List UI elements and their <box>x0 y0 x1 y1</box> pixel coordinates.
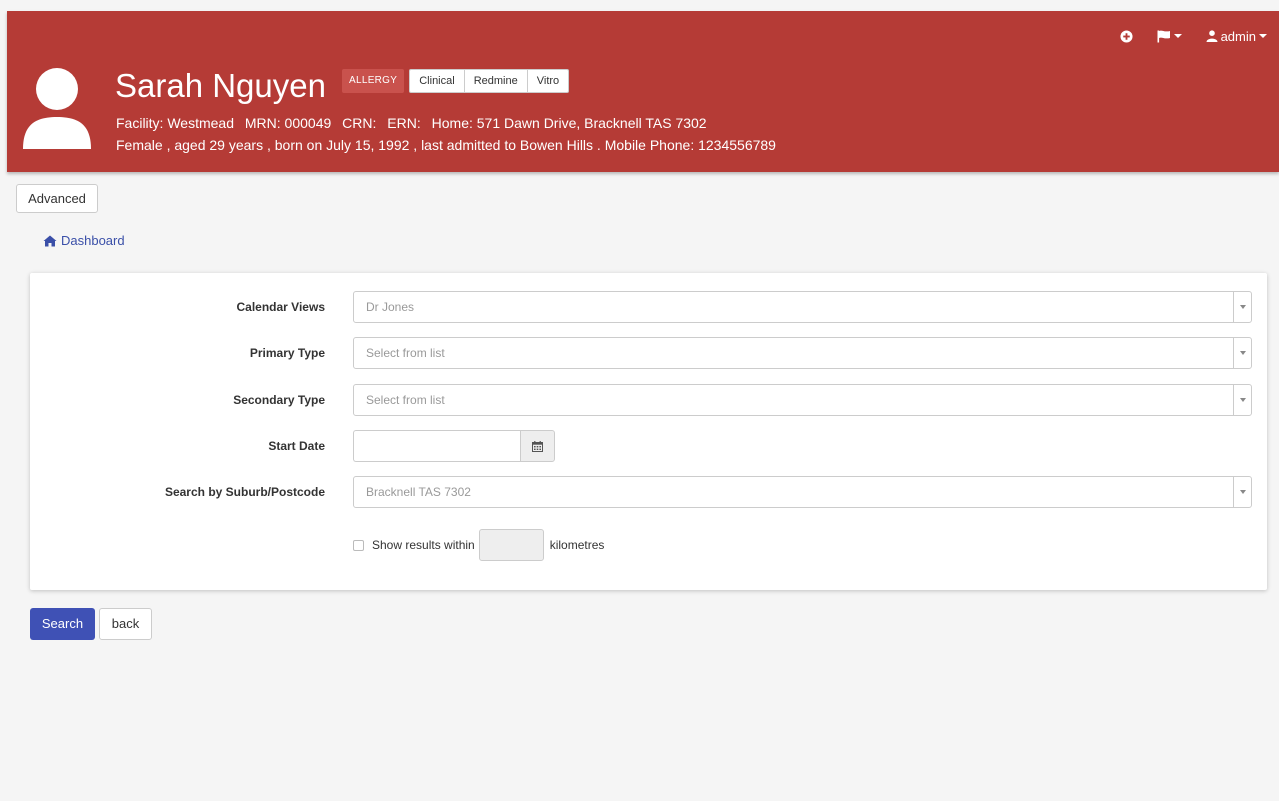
calendar-icon <box>532 440 543 452</box>
back-button[interactable]: back <box>99 608 152 640</box>
suburb-row: Search by Suburb/Postcode Bracknell TAS … <box>30 476 1267 508</box>
km-input[interactable] <box>478 529 544 561</box>
secondary-type-placeholder: Select from list <box>366 393 445 407</box>
suburb-value: Bracknell TAS 7302 <box>366 485 471 499</box>
chevron-down-icon <box>1233 338 1251 368</box>
km-unit-label: kilometres <box>549 538 605 552</box>
flag-menu[interactable] <box>1157 30 1182 43</box>
chevron-down-icon <box>1233 385 1251 415</box>
secondary-type-label: Secondary Type <box>233 393 325 407</box>
within-row: Show results within kilometres <box>353 529 604 561</box>
facility: Facility: Westmead <box>116 115 234 131</box>
start-date-row: Start Date <box>30 430 1267 462</box>
chevron-down-icon <box>1259 34 1267 38</box>
home-icon <box>43 235 57 246</box>
primary-type-label: Primary Type <box>249 346 325 360</box>
mrn: MRN: 000049 <box>244 115 332 131</box>
breadcrumb[interactable]: Dashboard <box>43 233 125 248</box>
start-date-input[interactable] <box>353 430 521 462</box>
suburb-label: Search by Suburb/Postcode <box>164 485 325 499</box>
primary-type-row: Primary Type Select from list <box>30 337 1267 369</box>
breadcrumb-dashboard[interactable]: Dashboard <box>61 233 125 248</box>
home-address: Home: 571 Dawn Drive, Bracknell TAS 7302 <box>431 115 707 131</box>
tab-redmine[interactable]: Redmine <box>464 69 528 93</box>
patient-tab-group: Clinical Redmine Vitro <box>409 69 570 93</box>
user-icon <box>1206 30 1218 42</box>
chevron-down-icon <box>1233 292 1251 322</box>
primary-type-select[interactable]: Select from list <box>353 337 1252 369</box>
ern: ERN: <box>387 115 421 131</box>
chevron-down-icon <box>1173 34 1182 38</box>
calendar-views-value: Dr Jones <box>366 300 415 314</box>
calendar-views-label: Calendar Views <box>236 300 326 314</box>
add-button[interactable] <box>1120 29 1133 43</box>
calendar-button[interactable] <box>520 430 555 462</box>
search-form-card: Calendar Views Dr Jones Primary Type Sel… <box>30 273 1267 590</box>
top-nav: admin <box>1096 25 1267 47</box>
search-button[interactable]: Search <box>30 608 95 640</box>
crn: CRN: <box>342 115 377 131</box>
patient-tags: ALLERGY Clinical Redmine Vitro <box>342 69 570 93</box>
secondary-type-select[interactable]: Select from list <box>353 384 1252 416</box>
advanced-button[interactable]: Advanced <box>16 184 98 213</box>
patient-header: admin Sarah Nguyen ALLERGY Clinical Redm… <box>7 11 1279 172</box>
patient-details-line2: Female , aged 29 years , born on July 15… <box>116 137 776 153</box>
suburb-select[interactable]: Bracknell TAS 7302 <box>353 476 1252 508</box>
within-label: Show results within <box>372 538 475 552</box>
tab-clinical[interactable]: Clinical <box>409 69 465 93</box>
plus-circle-icon <box>1120 29 1133 43</box>
chevron-down-icon <box>1233 477 1251 507</box>
patient-details-line1: Facility: Westmead MRN: 000049 CRN: ERN:… <box>116 115 714 131</box>
calendar-views-select[interactable]: Dr Jones <box>353 291 1252 323</box>
secondary-type-row: Secondary Type Select from list <box>30 384 1267 416</box>
user-name: admin <box>1220 28 1256 44</box>
flag-icon <box>1157 30 1170 42</box>
calendar-views-row: Calendar Views Dr Jones <box>30 291 1267 323</box>
allergy-badge[interactable]: ALLERGY <box>342 69 405 93</box>
within-checkbox[interactable] <box>353 539 364 551</box>
patient-avatar-icon <box>23 68 91 149</box>
primary-type-placeholder: Select from list <box>366 346 445 360</box>
start-date-label: Start Date <box>268 439 325 453</box>
tab-vitro[interactable]: Vitro <box>527 69 570 93</box>
patient-name: Sarah Nguyen <box>115 67 326 104</box>
user-menu[interactable]: admin <box>1206 29 1267 44</box>
